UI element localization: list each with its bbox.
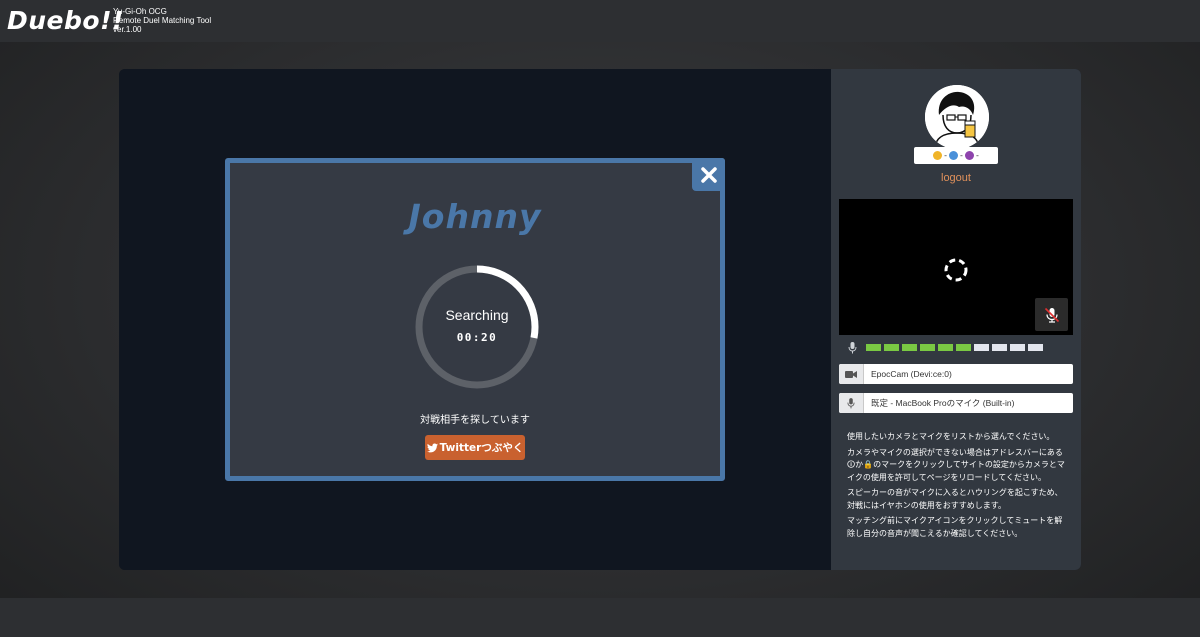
camera-select-value: EpocCam (Devi:ce:0) xyxy=(871,369,952,379)
rating-value-good: - xyxy=(944,151,948,160)
neutral-face-icon xyxy=(949,151,959,160)
device-sidebar: - - - logout EpocCam (Devi:ce:0) 既定 - Ma… xyxy=(831,69,1081,570)
mic-level-segment xyxy=(992,344,1007,351)
loading-spinner-icon xyxy=(944,258,968,282)
close-icon xyxy=(700,166,717,183)
search-progress-ring xyxy=(415,265,539,389)
mic-level-segment xyxy=(956,344,971,351)
bottom-bar xyxy=(0,598,1200,637)
instruction-text: マッチング前にマイクアイコンをクリックしてミュートを解除し自分の音声が聞こえるか… xyxy=(847,516,1063,538)
mic-icon xyxy=(848,342,857,354)
microphone-icon xyxy=(847,397,855,408)
search-timer: 00:20 xyxy=(456,331,498,344)
search-status: Searching xyxy=(445,307,509,323)
user-ratings: - - - xyxy=(914,147,998,164)
rating-value-bad: - xyxy=(975,151,979,160)
mic-muted-icon xyxy=(1044,307,1059,323)
subtitle-line: Yu-Gi-Oh OCG xyxy=(113,7,167,16)
twitter-icon xyxy=(426,442,438,452)
video-camera-icon xyxy=(845,370,857,378)
mic-level-meter xyxy=(846,342,1076,354)
close-button[interactable] xyxy=(692,158,725,191)
twitter-share-button[interactable]: Twitterつぶやく xyxy=(425,435,525,460)
twitter-share-label: Twitterつぶやく xyxy=(439,442,524,454)
mic-level-segment xyxy=(1010,344,1025,351)
opponent-name: Johnny xyxy=(408,197,542,236)
mic-select-icon-box xyxy=(839,393,864,413)
mic-level-segment xyxy=(866,344,881,351)
camera-preview xyxy=(839,199,1073,335)
search-message: 対戦相手を探しています xyxy=(420,415,530,426)
mic-select[interactable]: 既定 - MacBook Proのマイク (Built-in) xyxy=(839,393,1073,413)
main-panel: Johnny Searching 00:20 対戦相手を探しています Twitt… xyxy=(119,69,1081,570)
avatar[interactable] xyxy=(925,85,989,149)
mic-level-segment xyxy=(902,344,917,351)
matching-modal: Johnny Searching 00:20 対戦相手を探しています Twitt… xyxy=(225,158,725,481)
app-subtitle: Yu-Gi-Oh OCG Remote Duel Matching Tool v… xyxy=(113,7,211,34)
mic-level-segment xyxy=(920,344,935,351)
mic-level-segment xyxy=(938,344,953,351)
avatar-illustration-icon xyxy=(925,85,989,149)
mic-mute-button[interactable] xyxy=(1035,298,1068,331)
mic-level-segment xyxy=(1028,344,1043,351)
mic-level-segment xyxy=(974,344,989,351)
subtitle-line: Remote Duel Matching Tool xyxy=(113,16,212,25)
mic-level-bars xyxy=(866,344,1043,351)
camera-select[interactable]: EpocCam (Devi:ce:0) xyxy=(839,364,1073,384)
mic-level-segment xyxy=(884,344,899,351)
instruction-text: 使用したいカメラとマイクをリストから選んでください。 xyxy=(847,432,1055,441)
top-bar: Duebo!! Yu-Gi-Oh OCG Remote Duel Matchin… xyxy=(0,0,1200,42)
instruction-text: スピーカーの音がマイクに入るとハウリングを起こすため、対戦にはイヤホンの使用をお… xyxy=(847,488,1063,510)
smile-face-icon xyxy=(933,151,943,160)
subtitle-line: ver.1.00 xyxy=(113,25,142,34)
camera-select-icon-box xyxy=(839,364,864,384)
mic-select-value: 既定 - MacBook Proのマイク (Built-in) xyxy=(871,398,1015,408)
app-logo[interactable]: Duebo!! xyxy=(7,6,124,36)
logout-link[interactable]: logout xyxy=(831,172,1081,184)
rating-value-neutral: - xyxy=(960,151,963,160)
frown-face-icon xyxy=(964,151,974,160)
device-instructions: 使用したいカメラとマイクをリストから選んでください。 カメラやマイクの選択ができ… xyxy=(847,431,1069,543)
match-area: Johnny Searching 00:20 対戦相手を探しています Twitt… xyxy=(119,69,831,570)
instruction-text: カメラやマイクの選択ができない場合はアドレスバーにある🛈か🔒のマークをクリックし… xyxy=(847,447,1065,482)
